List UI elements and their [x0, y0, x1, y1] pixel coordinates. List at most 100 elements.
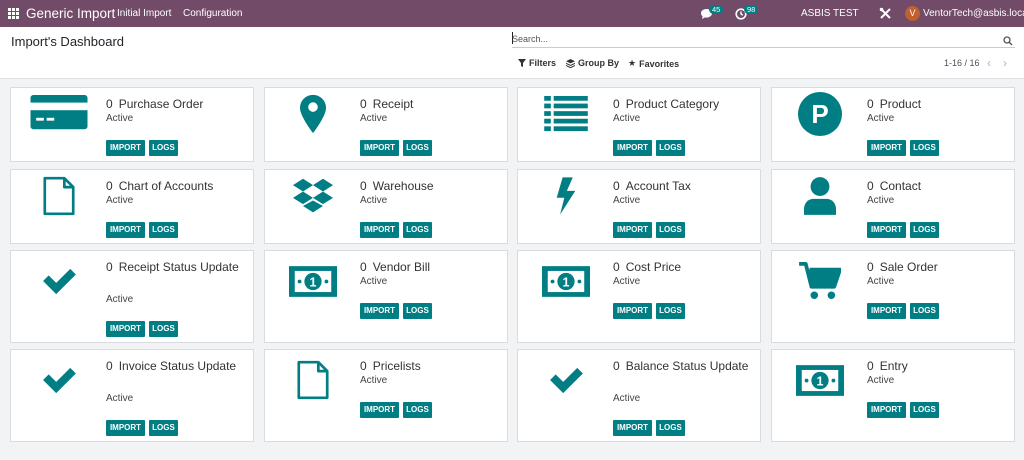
card-name: Account Tax	[625, 179, 691, 193]
card-status: Active	[867, 276, 895, 287]
logs-button[interactable]: LOGS	[656, 222, 685, 238]
card-title[interactable]: 0 Vendor Bill	[360, 259, 500, 276]
import-button[interactable]: IMPORT	[867, 222, 906, 238]
company-switcher[interactable]: ASBIS TEST	[801, 8, 859, 19]
import-button[interactable]: IMPORT	[613, 140, 652, 156]
logs-button[interactable]: LOGS	[149, 140, 178, 156]
pager-previous-icon[interactable]: ‹	[987, 56, 991, 70]
import-button[interactable]: IMPORT	[360, 402, 399, 418]
card-status: Active	[613, 113, 641, 124]
logs-button[interactable]: LOGS	[149, 321, 178, 337]
user-icon	[790, 172, 850, 220]
card-title[interactable]: 0 Pricelists	[360, 358, 500, 375]
money-icon	[536, 257, 596, 305]
logs-button[interactable]: LOGS	[403, 140, 432, 156]
logs-button[interactable]: LOGS	[403, 303, 432, 319]
card-status: Active	[360, 113, 388, 124]
import-card: 0 Invoice Status Update Active IMPORT LOGS	[10, 349, 254, 442]
card-title[interactable]: 0 Account Tax	[613, 178, 753, 195]
logs-button[interactable]: LOGS	[910, 402, 939, 418]
credit-card-icon	[29, 90, 89, 138]
card-name: Receipt Status Update	[118, 260, 239, 274]
card-name: Pricelists	[372, 359, 421, 373]
group-by-button[interactable]: Group By	[566, 58, 619, 68]
card-status: Active	[106, 195, 134, 206]
logs-button[interactable]: LOGS	[910, 303, 939, 319]
card-count: 0	[106, 97, 113, 111]
user-menu[interactable]: VentorTech@asbis.local	[923, 8, 1024, 19]
card-status: Active	[613, 393, 641, 404]
import-button[interactable]: IMPORT	[106, 140, 145, 156]
import-card: 0 Sale Order Active IMPORT LOGS	[771, 250, 1015, 343]
import-button[interactable]: IMPORT	[106, 420, 145, 436]
import-card: 0 Contact Active IMPORT LOGS	[771, 169, 1015, 244]
card-title[interactable]: 0 Balance Status Update	[613, 358, 753, 375]
import-button[interactable]: IMPORT	[360, 222, 399, 238]
favorites-label: Favorites	[639, 58, 680, 69]
card-count: 0	[867, 179, 874, 193]
logs-button[interactable]: LOGS	[403, 222, 432, 238]
import-button[interactable]: IMPORT	[106, 321, 145, 337]
logs-button[interactable]: LOGS	[149, 420, 178, 436]
pager-next-icon[interactable]: ›	[1003, 56, 1007, 70]
menu-configuration[interactable]: Configuration	[183, 8, 242, 19]
logs-button[interactable]: LOGS	[149, 222, 178, 238]
import-button[interactable]: IMPORT	[360, 140, 399, 156]
debug-tools-icon[interactable]	[879, 7, 892, 25]
file-icon	[283, 356, 343, 404]
logs-button[interactable]: LOGS	[656, 140, 685, 156]
shopping-cart-icon	[790, 257, 850, 305]
app-brand[interactable]: Generic Import	[26, 6, 115, 21]
card-title[interactable]: 0 Product	[867, 96, 1007, 113]
card-title[interactable]: 0 Product Category	[613, 96, 753, 113]
card-title[interactable]: 0 Purchase Order	[106, 96, 246, 113]
filters-button[interactable]: Filters	[518, 58, 556, 68]
card-name: Cost Price	[625, 260, 682, 274]
menu-initial-import[interactable]: Initial Import	[117, 8, 171, 19]
favorites-button[interactable]: ★ Favorites	[628, 58, 679, 69]
user-avatar[interactable]: V	[905, 6, 920, 21]
import-card: 0 Account Tax Active IMPORT LOGS	[517, 169, 761, 244]
logs-button[interactable]: LOGS	[403, 402, 432, 418]
import-dashboard-grid: 0 Purchase Order Active IMPORT LOGS 0 Receipt A…	[10, 87, 1015, 443]
apps-menu-icon[interactable]	[8, 8, 19, 19]
card-count: 0	[106, 260, 113, 274]
card-title[interactable]: 0 Cost Price	[613, 259, 753, 276]
import-card: 0 Receipt Status Update Active IMPORT LOGS	[10, 250, 254, 343]
card-name: Purchase Order	[118, 97, 204, 111]
logs-button[interactable]: LOGS	[910, 222, 939, 238]
layers-icon	[566, 58, 575, 68]
search-input[interactable]	[512, 32, 992, 46]
card-name: Entry	[879, 359, 908, 373]
import-button[interactable]: IMPORT	[613, 222, 652, 238]
star-icon: ★	[628, 58, 637, 68]
bolt-icon	[536, 172, 596, 220]
card-title[interactable]: 0 Receipt	[360, 96, 500, 113]
pager-value[interactable]: 1-16 / 16	[944, 58, 980, 68]
search-icon[interactable]	[1003, 33, 1013, 51]
import-button[interactable]: IMPORT	[613, 420, 652, 436]
import-button[interactable]: IMPORT	[867, 140, 906, 156]
import-button[interactable]: IMPORT	[867, 303, 906, 319]
logs-button[interactable]: LOGS	[656, 420, 685, 436]
card-count: 0	[867, 260, 874, 274]
card-title[interactable]: 0 Entry	[867, 358, 1007, 375]
card-title[interactable]: 0 Chart of Accounts	[106, 178, 246, 195]
import-button[interactable]: IMPORT	[613, 303, 652, 319]
card-title[interactable]: 0 Warehouse	[360, 178, 500, 195]
import-button[interactable]: IMPORT	[106, 222, 145, 238]
control-panel: Import's Dashboard Filters Group By ★ Fa…	[0, 27, 1024, 79]
import-button[interactable]: IMPORT	[360, 303, 399, 319]
import-card: 0 Entry Active IMPORT LOGS	[771, 349, 1015, 442]
top-navbar: Generic Import Initial Import Configurat…	[0, 0, 1024, 27]
logs-button[interactable]: LOGS	[656, 303, 685, 319]
card-count: 0	[360, 359, 367, 373]
card-count: 0	[360, 260, 367, 274]
card-title[interactable]: 0 Sale Order	[867, 259, 1007, 276]
logs-button[interactable]: LOGS	[910, 140, 939, 156]
card-name: Invoice Status Update	[118, 359, 237, 373]
card-title[interactable]: 0 Invoice Status Update	[106, 358, 246, 375]
card-title[interactable]: 0 Contact	[867, 178, 1007, 195]
card-title[interactable]: 0 Receipt Status Update	[106, 259, 246, 276]
import-button[interactable]: IMPORT	[867, 402, 906, 418]
